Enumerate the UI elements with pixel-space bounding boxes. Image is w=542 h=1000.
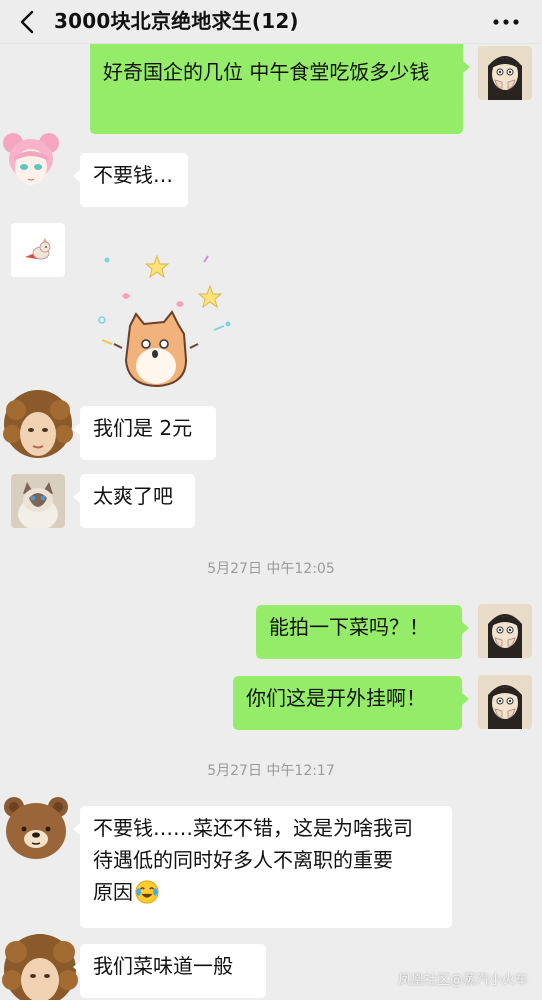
message-text: 好奇国企的几位 中午食堂吃饭多少钱	[103, 60, 430, 84]
curly-hair-painting-avatar[interactable]	[0, 388, 76, 466]
crying-laughing-emoji	[135, 880, 159, 904]
dog-sticker-avatar[interactable]	[11, 223, 65, 277]
curly-hair-painting-avatar[interactable]	[0, 930, 80, 1000]
message-text-line: 待遇低的同时好多人不离职的重要	[93, 848, 393, 872]
timestamp: 5月27日 中午12:05	[207, 561, 335, 577]
chat-header: 3000块北京绝地求生(12)	[0, 0, 542, 44]
message-bubble-incoming[interactable]: 不要钱…	[73, 153, 188, 207]
message-text: 你们这是开外挂啊！	[246, 686, 426, 710]
timestamp: 5月27日 中午12:17	[207, 763, 335, 779]
ragdoll-cat-avatar[interactable]	[11, 474, 65, 528]
message-text: 太爽了吧	[93, 484, 173, 508]
brown-bear-avatar[interactable]	[2, 793, 70, 863]
girl-hands-face-avatar[interactable]	[478, 604, 532, 658]
more-dots-icon[interactable]	[490, 12, 522, 32]
message-bubble-outgoing[interactable]: 能拍一下菜吗？！	[256, 605, 469, 659]
girl-hands-face-avatar[interactable]	[478, 675, 532, 729]
message-text: 不要钱…	[93, 163, 173, 187]
message-text-line: 原因	[93, 876, 439, 908]
girl-hands-face-avatar[interactable]	[478, 46, 532, 100]
message-text: 我们是 2元	[93, 416, 193, 440]
message-text: 能拍一下菜吗？！	[269, 615, 429, 639]
message-bubble-incoming[interactable]: 不要钱……菜还不错，这是为啥我司 待遇低的同时好多人不离职的重要 原因	[73, 806, 452, 928]
chevron-left-icon[interactable]	[14, 8, 42, 36]
watermark: 凤凰社区@蒸汽小火车	[397, 973, 528, 988]
message-bubble-outgoing[interactable]: 好奇国企的几位 中午食堂吃饭多少钱	[90, 44, 470, 134]
message-text-line: 不要钱……菜还不错，这是为啥我司	[93, 816, 413, 840]
pink-hair-anime-avatar[interactable]	[0, 129, 62, 191]
surprised-cat-sticker[interactable]	[92, 248, 242, 390]
message-bubble-incoming[interactable]: 我们是 2元	[73, 406, 216, 460]
chat-title: 3000块北京绝地求生(12)	[54, 9, 299, 33]
message-text: 我们菜味道一般	[93, 954, 233, 978]
message-bubble-outgoing[interactable]: 你们这是开外挂啊！	[233, 676, 469, 730]
message-bubble-incoming[interactable]: 太爽了吧	[73, 474, 195, 528]
message-bubble-incoming[interactable]: 我们菜味道一般	[73, 944, 266, 998]
